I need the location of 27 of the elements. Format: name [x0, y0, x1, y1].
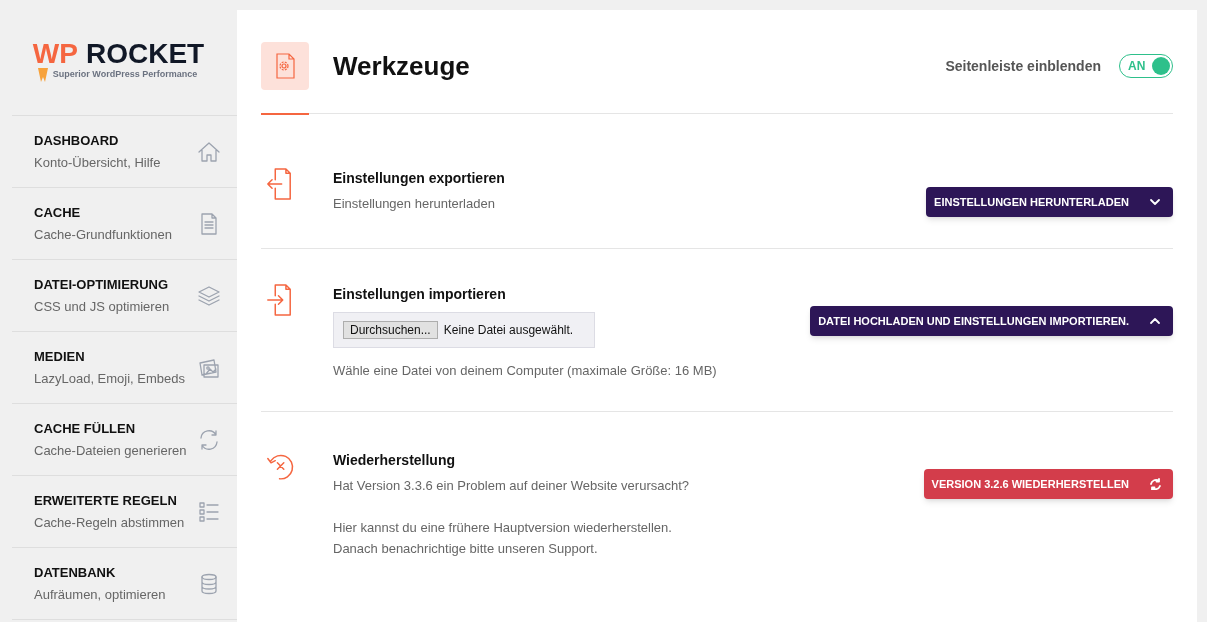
browse-button[interactable]: Durchsuchen...	[343, 321, 438, 339]
section-title: Einstellungen exportieren	[333, 169, 506, 188]
chevron-down-icon	[1149, 196, 1161, 208]
toggle-label: Seitenleiste einblenden	[945, 56, 1101, 76]
description-text: Wähle eine Datei von deinem Computer (maximale Größe: 16 MB)	[333, 362, 718, 380]
download-button[interactable]: EINSTELLUNGEN HERUNTERLADEN	[926, 187, 1173, 217]
description-text: Einstellungen herunterladen	[333, 195, 496, 213]
description-text: Hier kannst du eine frühere Hauptversion wiederherstellen. Danach benachrichtige bitte unseren Support.	[333, 519, 673, 558]
section-title: Einstellungen importieren	[333, 285, 507, 304]
logo-tagline: Superior WordPress Performance	[52, 68, 198, 81]
page-title: Werkzeuge	[333, 49, 471, 83]
description-text: Hat Version 3.3.6 ein Problem auf deiner Website verursacht?	[333, 477, 690, 495]
refresh-icon	[1149, 478, 1161, 490]
toggle-knob	[1152, 57, 1170, 75]
upload-button[interactable]: DATEI HOCHLADEN UND EINSTELLUNGEN IMPORTIEREN.	[810, 306, 1173, 336]
refresh-icon	[197, 427, 221, 452]
checklist-icon	[197, 499, 221, 524]
section-title: Wiederherstellung	[333, 451, 456, 470]
file-input-field[interactable]: Durchsuchen... Keine Datei ausgewählt.	[333, 312, 595, 348]
restore-button[interactable]: VERSION 3.2.6 WIEDERHERSTELLEN	[923, 469, 1173, 499]
file-name-text: Keine Datei ausgewählt.	[443, 322, 574, 339]
flame-icon	[36, 68, 49, 82]
chevron-up-icon	[1149, 315, 1161, 327]
toggle-state-text: AN	[1128, 58, 1146, 75]
logo-wordmark: ROCKET	[85, 40, 205, 68]
logo-accent: WP	[32, 40, 78, 68]
document-gear-icon	[274, 53, 296, 79]
